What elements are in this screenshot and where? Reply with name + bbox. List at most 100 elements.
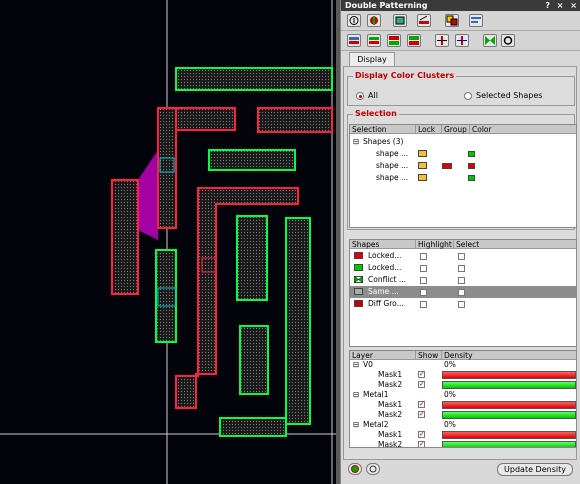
layer-row-metal1[interactable]: ⊟ Metal1 0% (350, 390, 576, 400)
shape-green-pillar (236, 215, 268, 301)
col-color[interactable]: Color (470, 125, 496, 134)
list-item[interactable]: Conflict ... (350, 274, 576, 286)
radio-selected-shapes[interactable] (464, 92, 472, 100)
shape-green-left (155, 249, 177, 343)
shapes-list[interactable]: Shapes Highlight Select Locked... Locked… (349, 239, 577, 347)
refresh-button[interactable] (366, 463, 380, 475)
col-lock[interactable]: Lock (416, 125, 442, 134)
radio-all[interactable] (356, 92, 364, 100)
settings-icon[interactable] (501, 34, 515, 47)
mask-row[interactable]: Mask2 (350, 379, 576, 390)
shape-green-low (239, 325, 269, 395)
color-toggle-icon (351, 465, 359, 473)
align-icon[interactable] (469, 14, 483, 27)
highlight-checkbox[interactable] (420, 277, 427, 284)
radio-selected-shapes-label: Selected Shapes (476, 91, 543, 100)
color-swatch (468, 163, 475, 169)
shape-red-left (111, 179, 139, 295)
shape-green-bottom (219, 417, 287, 437)
same-icon (354, 288, 363, 295)
edit-color-icon[interactable] (417, 14, 431, 27)
show-checkbox[interactable] (418, 439, 425, 447)
density-bar-red (442, 371, 576, 379)
lock-icon (418, 174, 427, 181)
selection-list[interactable]: Selection Lock Group Color ⊟ Shapes (3) s… (349, 124, 577, 228)
update-density-button[interactable]: Update Density (497, 463, 573, 476)
info-icon[interactable] (347, 14, 361, 27)
layer-select-icon[interactable] (393, 14, 407, 27)
select-checkbox[interactable] (458, 301, 465, 308)
col-layer[interactable]: Layer (350, 351, 416, 360)
copy-shapes-icon[interactable] (445, 14, 459, 27)
highlight-checkbox[interactable] (420, 301, 427, 308)
color-swatch (468, 175, 475, 181)
tree-root-shapes[interactable]: ⊟ Shapes (3) (350, 136, 576, 148)
col-show[interactable]: Show (416, 351, 442, 360)
layout-canvas[interactable] (0, 0, 336, 484)
lock-mask-icon[interactable] (347, 34, 361, 47)
lock-red-icon (354, 252, 363, 259)
color-clusters-group: Display Color Clusters All Selected Shap… (347, 71, 575, 106)
mask-row[interactable]: Mask1 (350, 369, 576, 380)
density-bar-green (442, 381, 576, 389)
shape-green-top (175, 67, 333, 91)
layer-row-v0[interactable]: ⊟ V0 0% (350, 360, 576, 370)
highlight-checkbox[interactable] (420, 265, 427, 272)
select-checkbox[interactable] (458, 277, 465, 284)
mask-row[interactable]: Mask1 (350, 429, 576, 440)
window-controls[interactable]: ? × × (545, 0, 579, 11)
lock-icon (418, 150, 427, 157)
list-item-selected[interactable]: Same ... (350, 286, 576, 298)
select-checkbox[interactable] (458, 289, 465, 296)
layer-density-list[interactable]: Layer Show Density ⊟V0 0% Mask1 Mask2 ⊟M… (349, 350, 577, 448)
conflict-icon (354, 276, 363, 283)
col-selection[interactable]: Selection (350, 125, 416, 134)
col-density[interactable]: Density (442, 351, 576, 360)
swap-mask-icon[interactable] (387, 34, 401, 47)
color-toggle-button[interactable] (348, 463, 362, 475)
show-checkbox[interactable] (418, 379, 425, 389)
highlight-checkbox[interactable] (420, 253, 427, 260)
list-item[interactable]: Locked... (350, 262, 576, 274)
show-checkbox[interactable] (418, 429, 425, 439)
lock-icon (418, 162, 427, 169)
color-clusters-title: Display Color Clusters (353, 71, 457, 80)
list-item[interactable]: Locked... (350, 250, 576, 262)
highlight-checkbox[interactable] (420, 289, 427, 296)
color-swatch (468, 151, 475, 157)
col-select[interactable]: Select (454, 240, 494, 249)
col-shapes[interactable]: Shapes (350, 240, 416, 249)
color-wheel-icon[interactable] (367, 14, 381, 27)
window-title: Double Patterning ? × × (341, 0, 580, 11)
radio-all-label: All (368, 91, 378, 100)
remove-stitch-icon[interactable] (455, 34, 469, 47)
unlock-mask-icon[interactable] (367, 34, 381, 47)
add-stitch-icon[interactable] (435, 34, 449, 47)
list-item[interactable]: shape ... (350, 160, 576, 172)
selection-title: Selection (353, 109, 399, 118)
col-highlight[interactable]: Highlight (416, 240, 454, 249)
density-bar-red (442, 431, 576, 439)
select-checkbox[interactable] (458, 265, 465, 272)
shape-red-tall (157, 107, 177, 229)
conflict-check-icon[interactable] (483, 34, 497, 47)
list-item[interactable]: shape ... (350, 148, 576, 160)
density-bar-red (442, 401, 576, 409)
mask-row[interactable]: Mask2 (350, 409, 576, 420)
list-item[interactable]: shape ... (350, 172, 576, 184)
mask-row[interactable]: Mask2 (350, 439, 576, 447)
shape-red-right (257, 107, 333, 133)
tab-display[interactable]: Display (349, 52, 395, 66)
layer-row-metal2[interactable]: ⊟ Metal2 0% (350, 420, 576, 430)
select-checkbox[interactable] (458, 253, 465, 260)
show-checkbox[interactable] (418, 409, 425, 419)
mask-row[interactable]: Mask1 (350, 399, 576, 410)
layout-drawing (0, 0, 336, 484)
show-checkbox[interactable] (418, 369, 425, 379)
col-group[interactable]: Group (442, 125, 470, 134)
color-mask-icon[interactable] (407, 34, 421, 47)
list-item[interactable]: Diff Gro... (350, 298, 576, 310)
show-checkbox[interactable] (418, 399, 425, 409)
conflict-region (138, 150, 158, 240)
shape-green-mid (208, 149, 296, 171)
